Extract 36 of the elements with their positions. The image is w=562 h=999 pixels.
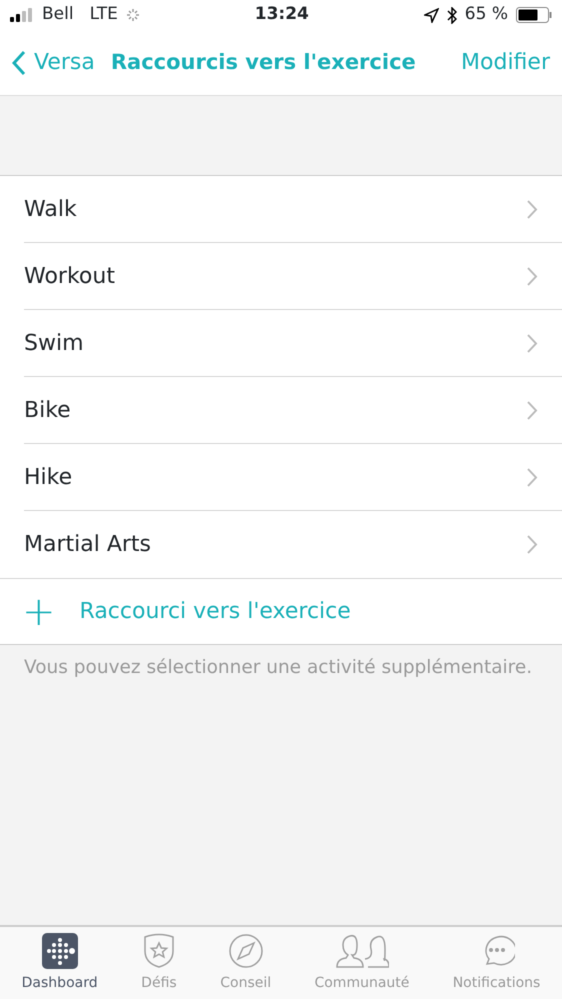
chevron-icon: [527, 468, 538, 486]
activity-row[interactable]: Workout: [24, 243, 562, 310]
add-shortcut-link[interactable]: Raccourci vers l'exercice: [80, 595, 351, 628]
network-type: LTE: [90, 3, 118, 26]
compass-icon: [228, 933, 264, 969]
tab-button[interactable]: Dashboard: [0, 927, 120, 999]
tab-button[interactable]: Notifications: [431, 927, 562, 999]
tab-button[interactable]: Communauté: [292, 927, 432, 999]
chevron-icon: [527, 535, 538, 554]
activity-row[interactable]: Martial Arts: [24, 511, 562, 578]
people-icon: [334, 933, 389, 969]
chevron-icon: [527, 400, 538, 420]
back-chevron-icon: [12, 50, 26, 76]
bluetooth-icon: [446, 6, 457, 24]
activity-row[interactable]: Bike: [24, 377, 562, 444]
battery-percent: 65 %: [464, 3, 508, 26]
plus-icon[interactable]: +: [22, 592, 56, 632]
clock-time: 13:24: [254, 3, 309, 26]
tab-button[interactable]: Défis: [119, 927, 199, 999]
carrier-name: Bell: [42, 3, 74, 26]
location-icon: [424, 8, 439, 22]
page-title: Raccourcis vers l'exercice: [110, 48, 417, 76]
loading-icon: [126, 8, 140, 22]
signal-icon: [10, 8, 34, 22]
dots-logo-icon: [42, 933, 78, 969]
battery-icon: [516, 7, 552, 23]
activity-row[interactable]: Walk: [24, 176, 562, 243]
tab-button[interactable]: Conseil: [198, 927, 293, 999]
chevron-icon: [527, 334, 538, 352]
hint-text: Vous pouvez sélectionner une activité supplémentaire.: [23, 656, 534, 680]
edit-link[interactable]: Modifier: [461, 46, 550, 79]
back-button[interactable]: Versa: [12, 46, 95, 79]
chevron-icon: [527, 200, 538, 218]
activity-row[interactable]: Swim: [24, 310, 562, 377]
chevron-icon: [527, 266, 538, 286]
activity-row[interactable]: Hike: [24, 444, 562, 511]
